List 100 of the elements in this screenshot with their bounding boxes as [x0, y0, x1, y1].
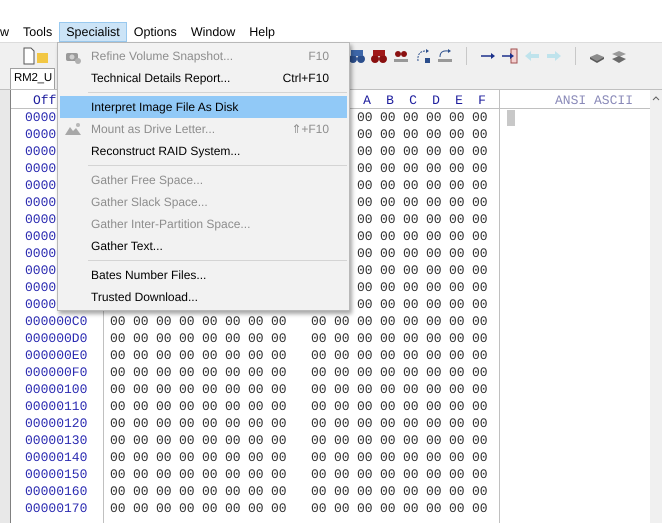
hex-byte: 00	[449, 500, 465, 517]
hex-byte: 00	[202, 381, 218, 398]
offset-cell: 00000140	[25, 449, 88, 466]
hex-byte: 00	[403, 211, 419, 228]
offset-cell: 0000	[25, 160, 56, 177]
hex-byte: 00	[357, 228, 373, 245]
hex-byte: 00	[271, 449, 287, 466]
hex-byte: 00	[156, 313, 172, 330]
hex-byte: 00	[426, 330, 442, 347]
hex-byte: 00	[357, 313, 373, 330]
hex-byte: 00	[357, 500, 373, 517]
menu-bar-item[interactable]: Help	[242, 22, 282, 42]
hex-byte: 00	[380, 245, 396, 262]
hex-byte: 00	[271, 347, 287, 364]
menu-item[interactable]: Reconstruct RAID System...	[60, 140, 347, 162]
new-file-icon[interactable]	[22, 46, 36, 64]
hex-byte: 00	[179, 449, 195, 466]
hex-byte: 00	[426, 347, 442, 364]
hex-byte: 00	[202, 415, 218, 432]
hex-byte: 00	[357, 262, 373, 279]
hex-byte: 00	[449, 381, 465, 398]
hex-byte: 00	[403, 364, 419, 381]
hex-byte: 00	[334, 330, 350, 347]
hex-byte: 00	[225, 381, 241, 398]
file-tab[interactable]: RM2_U	[10, 68, 55, 89]
hex-byte: 00	[403, 279, 419, 296]
mountain-icon	[64, 122, 82, 136]
hex-byte: 00	[449, 313, 465, 330]
hex-byte: 00	[403, 466, 419, 483]
hex-byte: 00	[110, 483, 126, 500]
hex-byte: 00	[380, 364, 396, 381]
hex-byte: 00	[472, 466, 488, 483]
hex-byte: 00	[357, 160, 373, 177]
hex-byte: 00	[472, 296, 488, 313]
hex-byte: 00	[311, 466, 327, 483]
hex-byte: 00	[472, 364, 488, 381]
hex-byte: 00	[357, 245, 373, 262]
menu-item[interactable]: Gather Text...	[60, 235, 347, 257]
hex-byte: 00	[426, 449, 442, 466]
hex-byte: 00	[403, 330, 419, 347]
hex-byte: 00	[179, 432, 195, 449]
hex-byte: 00	[334, 398, 350, 415]
hex-byte: 00	[110, 364, 126, 381]
menu-item[interactable]: Bates Number Files...	[60, 264, 347, 286]
hex-byte: 00	[472, 211, 488, 228]
menu-item[interactable]: Technical Details Report... Ctrl+F10	[60, 67, 347, 89]
scrollbar[interactable]	[650, 90, 662, 523]
hex-byte: 00	[380, 415, 396, 432]
menu-item[interactable]: Trusted Download...	[60, 286, 347, 308]
menu-bar-item[interactable]: Tools	[16, 22, 60, 42]
hex-byte: 00	[380, 177, 396, 194]
hex-byte: 00	[472, 381, 488, 398]
hex-byte: 00	[426, 160, 442, 177]
offset-cell: 00000130	[25, 432, 88, 449]
hex-byte: 00	[449, 415, 465, 432]
hex-byte: 00	[133, 398, 149, 415]
menu-bar-item[interactable]: Window	[184, 22, 242, 42]
hex-byte: 00	[426, 483, 442, 500]
jump-icon[interactable]	[501, 46, 519, 64]
hex-byte: 00	[311, 398, 327, 415]
menu-bar-item[interactable]: Options	[126, 22, 184, 42]
hex-byte: 00	[110, 449, 126, 466]
hex-byte: 00	[380, 262, 396, 279]
hex-byte: 00	[380, 228, 396, 245]
hex-byte: 00	[380, 279, 396, 296]
hex-byte: 00	[225, 415, 241, 432]
hex-byte: 00	[426, 313, 442, 330]
hex-byte: 00	[110, 398, 126, 415]
hex-byte: 00	[403, 347, 419, 364]
menu-item[interactable]: Interpret Image File As Disk	[60, 96, 347, 118]
hex-byte: 00	[357, 194, 373, 211]
hex-byte: 00	[403, 483, 419, 500]
scroll-up-icon[interactable]	[652, 96, 660, 101]
hex-byte: 00	[403, 228, 419, 245]
hex-byte: 00	[449, 296, 465, 313]
hex-byte: 00	[179, 313, 195, 330]
hex-byte: 00	[156, 415, 172, 432]
hex-byte: 00	[248, 313, 264, 330]
hex-byte: 00	[271, 432, 287, 449]
hex-byte: 00	[357, 381, 373, 398]
offset-cell: 00000120	[25, 415, 88, 432]
hex-byte: 00	[472, 500, 488, 517]
hex-byte: 00	[449, 279, 465, 296]
hex-byte: 00	[133, 415, 149, 432]
offset-cell: 0000	[25, 296, 56, 313]
shortcut-label: Ctrl+F10	[282, 70, 329, 87]
hex-byte: 00	[426, 500, 442, 517]
hex-byte: 00	[271, 398, 287, 415]
hex-byte: 00	[449, 109, 465, 126]
hex-byte: 00	[133, 381, 149, 398]
hex-byte: 00	[202, 500, 218, 517]
menu-bar-item[interactable]: w	[0, 22, 16, 42]
menu-bar-item[interactable]: Specialist	[59, 22, 127, 42]
hex-byte: 00	[426, 432, 442, 449]
hex-byte: 00	[248, 381, 264, 398]
replace-icon[interactable]	[436, 46, 454, 64]
hex-byte: 00	[311, 432, 327, 449]
hex-byte: 00	[248, 432, 264, 449]
hex-byte: 00	[426, 279, 442, 296]
hex-byte: 00	[357, 177, 373, 194]
